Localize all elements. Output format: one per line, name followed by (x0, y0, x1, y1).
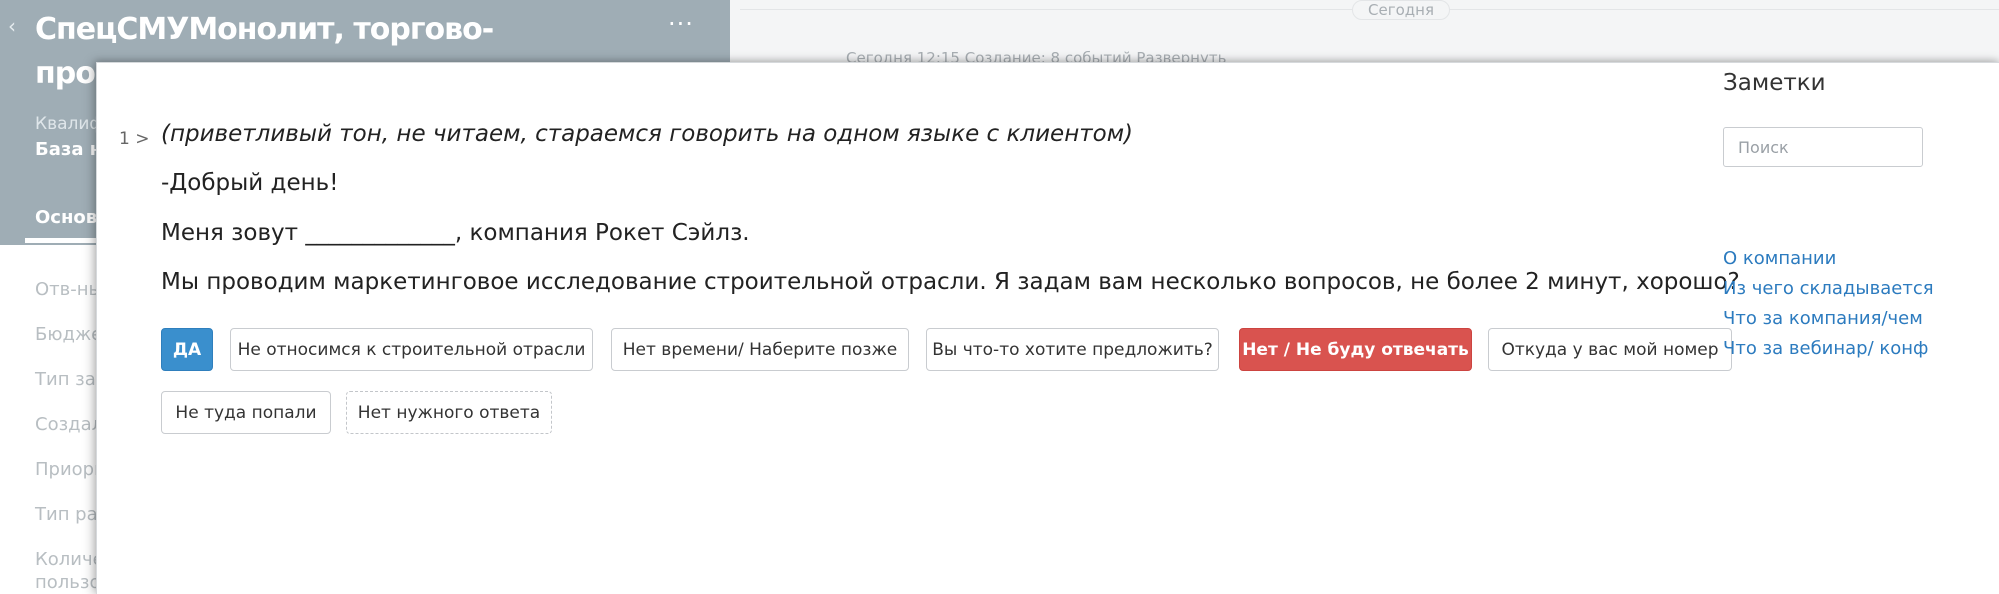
notes-title: Заметки (1723, 70, 1826, 96)
day-badge: Сегодня (1352, 0, 1450, 20)
script-introduction: Меня зовут _____________, компания Рокет… (161, 220, 750, 246)
step-number[interactable]: 1 > (119, 129, 149, 149)
script-intro: (приветливый тон, не читаем, стараемся г… (161, 121, 1134, 147)
more-icon[interactable]: ··· (668, 10, 694, 38)
answer-wrong-number-button[interactable]: Не туда попали (161, 391, 331, 434)
script-greeting: -Добрый день! (161, 170, 339, 196)
notes-search-input[interactable] (1723, 127, 1923, 167)
answer-offer-button[interactable]: Вы что-то хотите предложить? (926, 328, 1219, 371)
answer-where-number-button[interactable]: Откуда у вас мой номер (1488, 328, 1732, 371)
call-script-modal: 1 > (приветливый тон, не читаем, стараем… (96, 62, 1999, 594)
field-label: Создал (35, 414, 104, 435)
answer-not-construction-button[interactable]: Не относимся к строительной отрасли (230, 328, 593, 371)
answer-yes-button[interactable]: ДА (161, 328, 213, 371)
answer-no-answer-button[interactable]: Нет нужного ответа (346, 391, 552, 434)
note-link-composition[interactable]: Из чего складывается (1723, 278, 1934, 299)
note-link-what-company[interactable]: Что за компания/чем (1723, 308, 1923, 329)
note-link-webinar[interactable]: Что за вебинар/ конф (1723, 338, 1928, 359)
answer-no-time-button[interactable]: Нет времени/ Наберите позже (611, 328, 909, 371)
note-link-about-company[interactable]: О компании (1723, 248, 1836, 269)
script-question: Мы проводим маркетинговое исследование с… (161, 269, 1740, 295)
answer-refuse-button[interactable]: Нет / Не буду отвечать (1239, 328, 1472, 371)
back-arrow-icon[interactable]: ‹ (8, 14, 16, 38)
